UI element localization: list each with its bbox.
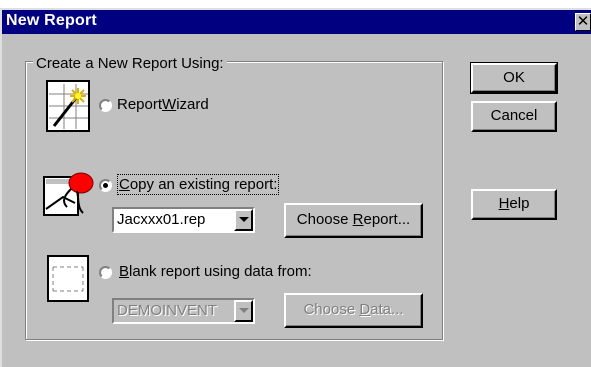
wizard-label-mnemonic: W	[162, 96, 177, 113]
close-icon: ✕	[576, 13, 590, 30]
magic-wand-icon	[46, 80, 92, 132]
copy-existing-report-label[interactable]: Copy an existing report:	[116, 174, 280, 195]
choose-report-label: Choose	[296, 211, 353, 228]
copy-label-rest: opy an existing report:	[129, 176, 278, 193]
dialog-title: New Report	[6, 12, 97, 29]
choose-data-label: Choose	[303, 301, 360, 318]
report-file-value: Jacxxx01.rep	[117, 211, 206, 228]
data-source-value: DEMOINVENT	[117, 302, 218, 319]
cancel-button[interactable]: Cancel	[471, 101, 557, 132]
choose-data-button[interactable]: Choose Data...	[284, 293, 423, 328]
cancel-label: Cancel	[490, 107, 538, 124]
report-wizard-radio[interactable]	[99, 99, 112, 112]
copy-label-mnemonic: C	[119, 176, 130, 193]
data-source-combo[interactable]: DEMOINVENT	[112, 298, 255, 324]
copy-report-icon	[43, 169, 97, 217]
help-label-rest: elp	[509, 195, 530, 212]
close-button[interactable]: ✕	[575, 13, 591, 31]
ok-label: OK	[503, 69, 525, 86]
blank-report-radio[interactable]	[99, 266, 112, 279]
chevron-down-icon[interactable]	[234, 300, 253, 322]
blank-label-rest: lank report using data from:	[129, 263, 312, 280]
choose-report-label-rest: eport...	[363, 211, 411, 228]
help-button[interactable]: Help	[471, 189, 557, 220]
choose-report-button[interactable]: Choose Report...	[284, 203, 423, 238]
report-wizard-label[interactable]: ReportWizard	[117, 96, 209, 113]
ok-button[interactable]: OK	[470, 62, 558, 94]
chevron-down-icon[interactable]	[234, 209, 253, 231]
choose-report-mnemonic: R	[352, 211, 364, 228]
wizard-label-part: Report	[117, 96, 163, 113]
blank-report-icon	[47, 255, 91, 303]
blank-report-label[interactable]: Blank report using data from:	[119, 263, 312, 280]
group-label: Create a New Report Using:	[33, 55, 227, 72]
radio-selected-dot	[103, 183, 108, 188]
choose-data-mnemonic: D	[359, 301, 371, 318]
blank-label-mnemonic: B	[119, 263, 130, 280]
report-file-combo[interactable]: Jacxxx01.rep	[112, 207, 255, 233]
copy-existing-report-radio[interactable]	[99, 179, 112, 192]
title-bar[interactable]: New Report ✕	[2, 10, 591, 34]
choose-data-label-rest: ata...	[370, 301, 404, 318]
help-mnemonic: H	[498, 195, 510, 212]
wizard-label-rest: izard	[176, 96, 209, 113]
